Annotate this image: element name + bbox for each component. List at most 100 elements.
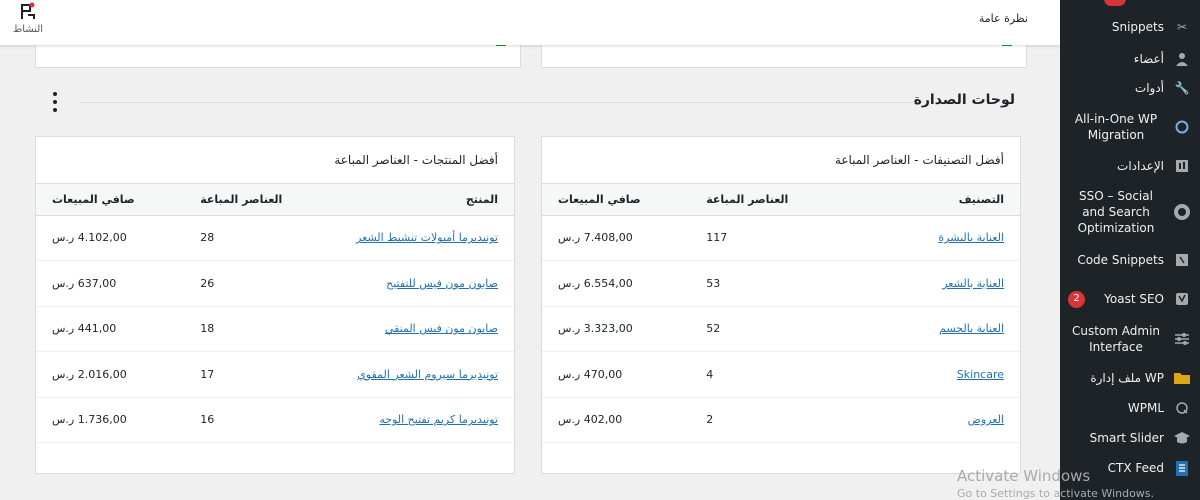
table-row: تونيديرما سيروم الشعر المقوي 17 2.016,00… bbox=[36, 351, 514, 398]
category-cell: العناية بالبشرة bbox=[838, 215, 1020, 261]
sidebar-item-smart-slider[interactable]: Smart Slider bbox=[1060, 428, 1200, 448]
product-cell: تونيديرما سيروم الشعر المقوي bbox=[332, 351, 514, 398]
net-sales-cell: 6.554,00 ر.س bbox=[542, 260, 691, 307]
top-categories-table: التصنيف العناصر المباعة صافي المبيعات ال… bbox=[542, 184, 1020, 443]
items-sold-cell: 28 bbox=[184, 215, 333, 261]
yoast-notification-badge: 2 bbox=[1068, 290, 1085, 308]
leaderboards-options-icon[interactable] bbox=[47, 92, 63, 112]
sidebar-item-tools[interactable]: 🔧 أدوات bbox=[1060, 78, 1200, 98]
product-cell: تونيديرما كريم تفتيح الوجه bbox=[332, 397, 514, 443]
sidebar-item-snippets[interactable]: ✂ Snippets bbox=[1060, 17, 1200, 37]
sidebar-item-migration[interactable]: All-in-One WP Migration bbox=[1060, 110, 1200, 144]
settings-icon bbox=[1172, 156, 1192, 176]
sidebar-item-users[interactable]: أعضاء bbox=[1060, 49, 1200, 69]
sidebar-item-label: Code Snippets bbox=[1077, 253, 1164, 267]
category-link[interactable]: العناية بالجسم bbox=[939, 322, 1004, 335]
items-sold-cell: 18 bbox=[184, 306, 333, 352]
category-link[interactable]: العروض bbox=[968, 413, 1004, 426]
column-header-net-sales[interactable]: صافي المبيعات bbox=[36, 184, 185, 216]
items-sold-cell: 52 bbox=[690, 306, 839, 352]
page-title-overview: نظرة عامة bbox=[978, 12, 1028, 25]
column-header-product[interactable]: المنتج bbox=[332, 184, 514, 216]
items-sold-cell: 16 bbox=[184, 397, 333, 443]
sidebar-item-label: Yoast SEO bbox=[1090, 291, 1164, 307]
category-link[interactable]: العناية بالشعر bbox=[942, 277, 1004, 290]
net-sales-cell: 7.408,00 ر.س bbox=[542, 215, 691, 261]
product-cell: صابون مون فيس المنقي bbox=[332, 306, 514, 352]
category-cell: العروض bbox=[838, 397, 1020, 443]
top-categories-title: أفضل التصنيفات - العناصر المباعة bbox=[542, 137, 1020, 184]
watermark-line1: Activate Windows bbox=[957, 467, 1091, 485]
net-sales-cell: 1.736,00 ر.س bbox=[36, 397, 185, 443]
graduation-icon bbox=[1172, 428, 1192, 448]
admin-sidebar: ✂ Snippets أعضاء 🔧 أدوات All-in-One WP M… bbox=[1060, 0, 1200, 500]
sidebar-item-wpml[interactable]: WPML bbox=[1060, 398, 1200, 418]
folder-icon bbox=[1172, 368, 1192, 388]
table-header-row: التصنيف العناصر المباعة صافي المبيعات bbox=[542, 184, 1020, 216]
table-row: تونيديرما أمبولات تنشيط الشعر 28 4.102,0… bbox=[36, 215, 514, 261]
top-products-title: أفضل المنتجات - العناصر المباعة bbox=[36, 137, 514, 184]
sliders-icon bbox=[1172, 329, 1192, 349]
table-row: صابون مون فيس للتفتيح 26 637,00 ر.س bbox=[36, 260, 514, 307]
net-sales-cell: 2.016,00 ر.س bbox=[36, 351, 185, 398]
table-row: تونيديرما كريم تفتيح الوجه 16 1.736,00 ر… bbox=[36, 397, 514, 443]
category-cell: العناية بالجسم bbox=[838, 306, 1020, 352]
scissors-icon: ✂ bbox=[1176, 20, 1188, 34]
sidebar-item-label: Snippets bbox=[1111, 20, 1164, 34]
sidebar-item-custom-admin[interactable]: Custom Admin Interface bbox=[1060, 322, 1200, 356]
sidebar-item-label: أعضاء bbox=[1133, 52, 1164, 66]
category-cell: Skincare bbox=[838, 351, 1020, 398]
items-sold-cell: 53 bbox=[690, 260, 839, 307]
sidebar-item-code-snippets[interactable]: Code Snippets bbox=[1060, 250, 1200, 270]
leaderboards-divider bbox=[79, 102, 915, 103]
category-cell: العناية بالشعر bbox=[838, 260, 1020, 307]
sidebar-item-yoast[interactable]: Yoast SEO 2 bbox=[1060, 289, 1200, 309]
wrench-icon: 🔧 bbox=[1174, 81, 1190, 95]
product-link[interactable]: تونيديرما سيروم الشعر المقوي bbox=[357, 368, 498, 381]
column-header-items-sold[interactable]: العناصر المباعة bbox=[184, 184, 333, 216]
activity-flag-icon bbox=[21, 2, 35, 19]
product-link[interactable]: تونيديرما أمبولات تنشيط الشعر bbox=[356, 231, 498, 244]
activity-label: النشاط bbox=[12, 24, 44, 35]
notification-badge bbox=[1104, 0, 1126, 6]
sidebar-item-sso[interactable]: SSO – Social and Search Optimization bbox=[1060, 188, 1200, 236]
category-link[interactable]: العناية بالبشرة bbox=[938, 231, 1004, 244]
leaderboards-header: لوحات الصدارة bbox=[35, 90, 1025, 114]
product-cell: صابون مون فيس للتفتيح bbox=[332, 260, 514, 307]
product-link[interactable]: صابون مون فيس للتفتيح bbox=[386, 277, 498, 290]
table-header-row: المنتج العناصر المباعة صافي المبيعات bbox=[36, 184, 514, 216]
product-link[interactable]: صابون مون فيس المنقي bbox=[385, 322, 498, 335]
sidebar-item-label: ملف إدارة WP bbox=[1090, 371, 1164, 385]
table-row: العناية بالجسم 52 3.323,00 ر.س bbox=[542, 306, 1020, 352]
wpml-icon bbox=[1172, 398, 1192, 418]
activate-windows-watermark: Activate Windows Go to Settings to activ… bbox=[957, 467, 1154, 500]
table-row: العروض 2 402,00 ر.س bbox=[542, 397, 1020, 443]
sidebar-item-file-manager[interactable]: ملف إدارة WP bbox=[1060, 368, 1200, 388]
top-header: النشاط نظرة عامة bbox=[0, 0, 1060, 45]
migration-icon bbox=[1172, 117, 1192, 137]
product-link[interactable]: تونيديرما كريم تفتيح الوجه bbox=[379, 413, 498, 426]
net-sales-cell: 402,00 ر.س bbox=[542, 397, 691, 443]
yoast-icon bbox=[1172, 289, 1192, 309]
activity-button[interactable]: النشاط bbox=[10, 2, 46, 35]
watermark-line2: Go to Settings to activate Windows. bbox=[957, 487, 1155, 500]
items-sold-cell: 2 bbox=[690, 397, 839, 443]
column-header-net-sales[interactable]: صافي المبيعات bbox=[542, 184, 691, 216]
sidebar-item-settings[interactable]: الإعدادات bbox=[1060, 156, 1200, 176]
sidebar-item-label: All-in-One WP Migration bbox=[1074, 112, 1158, 142]
page: النشاط نظرة عامة لوحات الصدارة أفضل التص… bbox=[0, 0, 1200, 500]
items-sold-cell: 17 bbox=[184, 351, 333, 398]
leaderboards-title: لوحات الصدارة bbox=[913, 92, 1015, 108]
column-header-category[interactable]: التصنيف bbox=[838, 184, 1020, 216]
category-link[interactable]: Skincare bbox=[957, 368, 1004, 381]
yoast-label: Yoast SEO bbox=[1104, 292, 1164, 306]
sidebar-item-label: أدوات bbox=[1134, 81, 1164, 95]
product-cell: تونيديرما أمبولات تنشيط الشعر bbox=[332, 215, 514, 261]
net-sales-cell: 470,00 ر.س bbox=[542, 351, 691, 398]
user-icon bbox=[1172, 49, 1192, 69]
column-header-items-sold[interactable]: العناصر المباعة bbox=[690, 184, 839, 216]
top-products-table: المنتج العناصر المباعة صافي المبيعات تون… bbox=[36, 184, 514, 443]
net-sales-cell: 441,00 ر.س bbox=[36, 306, 185, 352]
table-row: العناية بالبشرة 117 7.408,00 ر.س bbox=[542, 215, 1020, 261]
sso-icon bbox=[1172, 202, 1192, 222]
